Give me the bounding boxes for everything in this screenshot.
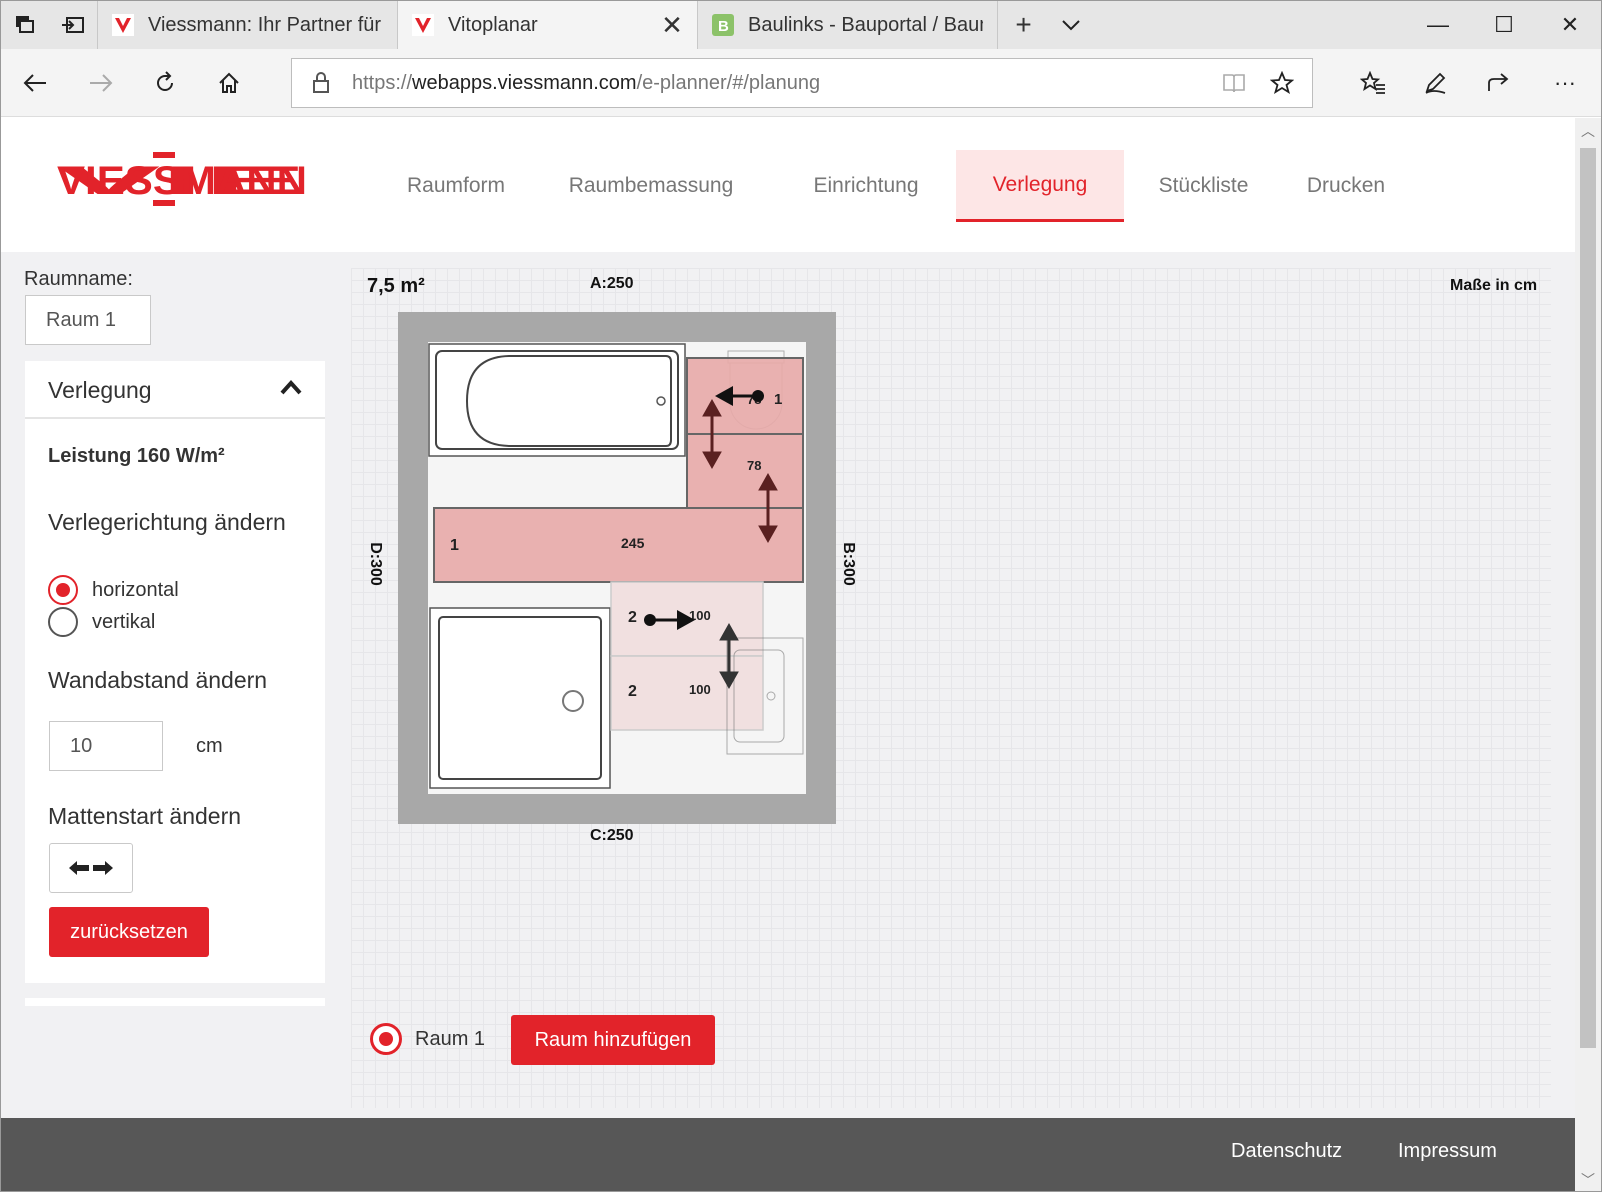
tab-viessmann[interactable]: Viessmann: Ihr Partner für S [97, 1, 397, 49]
nav-verlegung[interactable]: Verlegung [956, 150, 1124, 222]
forward-icon[interactable] [81, 63, 121, 103]
favorite-star-icon[interactable] [1270, 71, 1294, 95]
wall-distance-input[interactable]: 10 [49, 721, 163, 771]
wall-distance-unit: cm [196, 735, 223, 757]
wall-distance-title: Wandabstand ändern [48, 667, 268, 693]
new-tab-icon[interactable]: + [997, 1, 1049, 49]
tab-title: Viessmann: Ihr Partner für S [148, 13, 383, 36]
side-b-label: B:300 [840, 542, 857, 586]
lock-icon [313, 72, 329, 93]
tab-baulinks[interactable]: B Baulinks - Bauportal / Baum [697, 1, 997, 49]
close-window-icon[interactable]: ✕ [1537, 1, 1601, 49]
reset-button[interactable]: zurücksetzen [49, 907, 209, 957]
mat-start-button[interactable] [49, 843, 133, 893]
add-room-button[interactable]: Raum hinzufügen [511, 1015, 715, 1065]
room-name-input[interactable]: Raum 1 [25, 295, 151, 345]
nav-raumform[interactable]: Raumform [381, 150, 531, 222]
minimize-icon[interactable]: — [1405, 1, 1471, 49]
scroll-up-icon[interactable]: ︿ [1575, 118, 1601, 144]
back-icon[interactable] [15, 63, 55, 103]
link-impressum[interactable]: Impressum [1398, 1140, 1497, 1163]
side-c-label: C:250 [590, 827, 634, 844]
chevron-up-icon[interactable] [279, 379, 303, 395]
page-footer: Datenschutz Impressum [1, 1118, 1577, 1191]
area-label: 7,5 m² [367, 275, 425, 297]
page-content: VIE VIESSMANN Raumform Raumbemassung Ein… [1, 118, 1577, 1191]
verlegung-panel: Verlegung Leistung 160 W/m² Verlegericht… [25, 361, 325, 983]
web-note-icon[interactable] [1415, 63, 1455, 103]
viessmann-favicon-icon [412, 14, 434, 36]
chevron-down-icon[interactable] [1049, 1, 1093, 49]
svg-text:B: B [718, 18, 729, 35]
logo-text: VIESSMANN [57, 159, 307, 203]
tab-set-aside-icon[interactable] [1, 1, 49, 49]
favorites-hub-icon[interactable] [1353, 63, 1393, 103]
address-bar: https://webapps.viessmann.com/e-planner/… [1, 49, 1601, 117]
scroll-down-icon[interactable]: ﹀ [1575, 1167, 1601, 1191]
panel-title: Verlegung [48, 377, 152, 403]
url-field[interactable]: https://webapps.viessmann.com/e-planner/… [291, 58, 1313, 108]
home-icon[interactable] [209, 63, 249, 103]
tab-strip: Viessmann: Ihr Partner für S Vitoplanar … [1, 1, 1601, 49]
tab-title: Vitoplanar [448, 13, 538, 36]
window-controls: — ☐ ✕ [1405, 1, 1601, 49]
vertical-scrollbar[interactable]: ︿ ﹀ [1575, 118, 1601, 1191]
side-d-label: D:300 [367, 542, 384, 586]
viessmann-favicon-icon [112, 14, 134, 36]
panel-header[interactable]: Verlegung [25, 361, 325, 419]
app-header: VIE VIESSMANN Raumform Raumbemassung Ein… [1, 118, 1577, 252]
nav-einrichtung[interactable]: Einrichtung [791, 150, 941, 222]
leistung-text: Leistung 160 W/m² [48, 445, 225, 467]
side-a-label: A:250 [590, 275, 634, 292]
radio-horizontal-label[interactable]: horizontal [92, 579, 179, 602]
units-note: Maße in cm [1450, 277, 1538, 294]
room-1-label[interactable]: Raum 1 [415, 1028, 485, 1051]
panel-divider [25, 998, 325, 1006]
radio-vertikal[interactable] [48, 607, 78, 637]
more-menu-icon[interactable]: ··· [1545, 63, 1585, 103]
browser-window: Viessmann: Ihr Partner für S Vitoplanar … [0, 0, 1602, 1192]
planning-canvas[interactable] [351, 268, 1551, 1108]
tab-title: Baulinks - Bauportal / Baum [748, 13, 983, 36]
reading-view-icon[interactable] [1222, 72, 1246, 94]
nav-stueckliste[interactable]: Stückliste [1136, 150, 1271, 222]
maximize-icon[interactable]: ☐ [1471, 1, 1537, 49]
radio-vertikal-label[interactable]: vertikal [92, 611, 155, 634]
tab-vitoplanar[interactable]: Vitoplanar ✕ [397, 1, 697, 49]
mat-start-title: Mattenstart ändern [48, 803, 242, 829]
nav-raumbemassung[interactable]: Raumbemassung [561, 150, 741, 222]
url-text: https://webapps.viessmann.com/e-planner/… [352, 72, 821, 94]
close-tab-icon[interactable]: ✕ [661, 10, 683, 41]
room-1-radio[interactable] [370, 1023, 402, 1055]
radio-horizontal[interactable] [48, 575, 78, 605]
room-name-label: Raumname: [24, 268, 133, 290]
direction-title: Verlegerichtung ändern [48, 509, 286, 535]
share-icon[interactable] [1479, 63, 1519, 103]
arrows-left-right-icon [69, 861, 113, 875]
nav-drucken[interactable]: Drucken [1291, 150, 1401, 222]
tab-preview-icon[interactable] [49, 1, 97, 49]
refresh-icon[interactable] [145, 63, 185, 103]
viessmann-logo[interactable]: VIE VIESSMANN [57, 150, 307, 208]
baulinks-favicon-icon: B [712, 14, 734, 36]
scrollbar-thumb[interactable] [1580, 148, 1596, 1048]
link-datenschutz[interactable]: Datenschutz [1231, 1140, 1342, 1163]
